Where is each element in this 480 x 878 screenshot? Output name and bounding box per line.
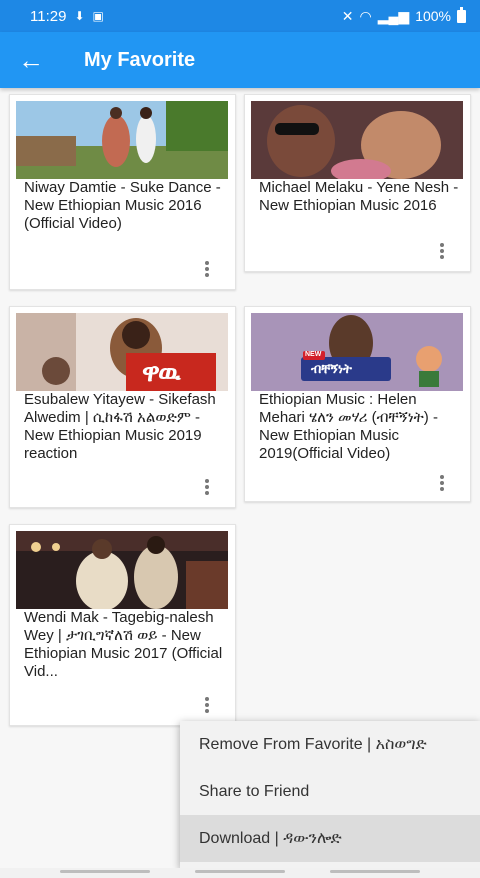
nav-recent-button[interactable]: [60, 870, 150, 873]
gallery-icon: ▣: [92, 9, 104, 23]
system-nav-bar: [0, 868, 480, 878]
video-card[interactable]: NEW ብቸኝነት Ethiopian Music : Helen Mehari…: [244, 306, 471, 502]
nav-home-button[interactable]: [195, 870, 285, 873]
notification-icon: ⬇: [74, 9, 85, 23]
more-options-icon[interactable]: [438, 241, 446, 261]
menu-item-share[interactable]: Share to Friend: [180, 768, 480, 815]
status-time: 11:29: [30, 7, 67, 25]
menu-item-remove-favorite[interactable]: Remove From Favorite | አስወግድ: [180, 721, 480, 768]
video-title: Michael Melaku - Yene Nesh - New Ethiopi…: [259, 179, 459, 214]
mute-icon: ✕: [341, 7, 354, 24]
video-title: Wendi Mak - Tagebig-nalesh Wey | ታገቢግኛለሽ…: [24, 609, 223, 680]
battery-percent: 100%: [415, 8, 451, 24]
video-thumbnail[interactable]: ዋዉ: [16, 313, 228, 391]
video-thumbnail[interactable]: [16, 531, 228, 609]
video-title: Ethiopian Music : Helen Mehari ሄለን መሃሪ (…: [259, 391, 438, 462]
video-card[interactable]: Niway Damtie - Suke Dance - New Ethiopia…: [9, 94, 236, 290]
signal-icon: ▂▄▆: [377, 7, 410, 24]
video-thumbnail[interactable]: [16, 101, 228, 179]
wifi-icon: ◠: [359, 7, 372, 24]
thumbnail-caption: ዋዉ: [142, 357, 181, 387]
video-card[interactable]: Wendi Mak - Tagebig-nalesh Wey | ታገቢግኛለሽ…: [9, 524, 236, 726]
arrow-left-icon: ←: [18, 44, 44, 75]
status-bar: 11:29 ⬇ ▣ ✕ ◠ ▂▄▆ 100%: [0, 0, 480, 32]
back-button[interactable]: ←: [0, 32, 62, 88]
video-title: Niway Damtie - Suke Dance - New Ethiopia…: [24, 179, 221, 232]
more-options-icon[interactable]: [438, 473, 446, 493]
app-bar: ← My Favorite: [0, 32, 480, 88]
video-thumbnail[interactable]: [251, 101, 463, 179]
thumbnail-badge: NEW: [305, 351, 322, 358]
video-title: Esubalew Yitayew - Sikefash Alwedim | ሲከ…: [24, 391, 216, 462]
more-options-icon[interactable]: [203, 695, 211, 715]
page-title: My Favorite: [84, 48, 196, 71]
battery-icon: [457, 6, 466, 23]
video-thumbnail[interactable]: NEW ብቸኝነት: [251, 313, 463, 391]
video-card[interactable]: ዋዉ Esubalew Yitayew - Sikefash Alwedim |…: [9, 306, 236, 508]
more-options-icon[interactable]: [203, 259, 211, 279]
menu-item-download[interactable]: Download | ዳውንሎድ: [180, 815, 480, 862]
options-menu: Remove From Favorite | አስወግድ Share to Fr…: [180, 721, 480, 868]
more-options-icon[interactable]: [203, 477, 211, 497]
thumbnail-caption: ብቸኝነት: [311, 361, 352, 376]
nav-back-button[interactable]: [330, 870, 420, 873]
video-card[interactable]: Michael Melaku - Yene Nesh - New Ethiopi…: [244, 94, 471, 272]
